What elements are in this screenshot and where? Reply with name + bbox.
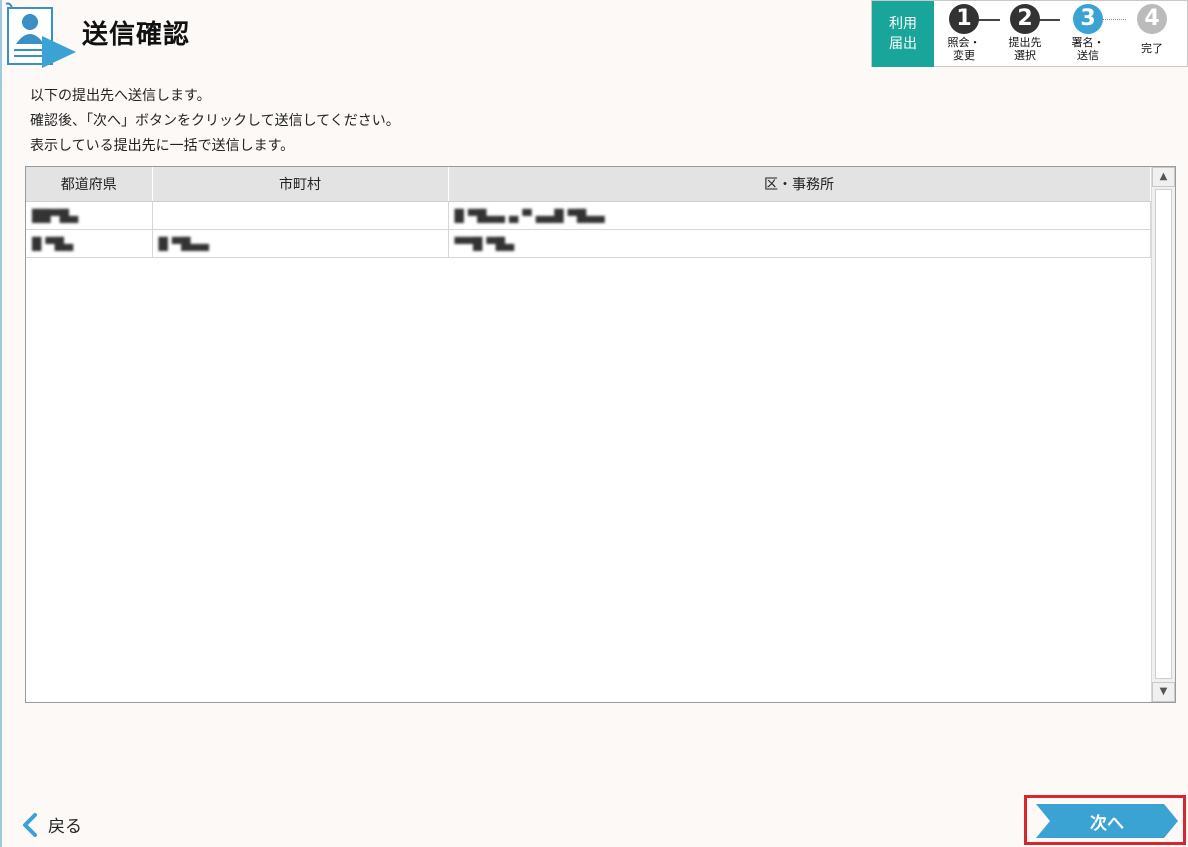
column-header-municipality[interactable]: 市町村: [152, 167, 449, 202]
back-button[interactable]: 戻る: [22, 812, 82, 837]
column-header-office[interactable]: 区・事務所: [448, 167, 1151, 202]
step-number: 1: [949, 4, 979, 34]
scroll-up-icon[interactable]: ▲: [1152, 167, 1175, 187]
step-label: 署名・ 送信: [1071, 36, 1105, 62]
table-header-row: 都道府県 市町村 区・事務所: [26, 167, 1151, 202]
chevron-left-icon: [23, 812, 37, 837]
back-button-label: 戻る: [48, 817, 82, 837]
step-number: 3: [1073, 4, 1103, 34]
vertical-scrollbar[interactable]: ▲ ▼: [1151, 167, 1175, 702]
step-2: 2 提出先 選択: [1003, 4, 1047, 62]
step-4: 4 完了: [1130, 4, 1174, 55]
document-person-icon: [2, 2, 78, 70]
table-row[interactable]: ██▀█▄ █ ▀█▄▄ ▄ ▀ ▄▄█ ▀█▄▄: [26, 201, 1151, 230]
scroll-down-icon[interactable]: ▼: [1152, 682, 1175, 702]
instruction-line: 以下の提出先へ送信します。: [30, 88, 211, 104]
steps-tag-line2: 届出: [889, 36, 917, 52]
cell-office: ▀▀█ ▀█▄: [448, 229, 1151, 258]
step-3-current: 3 署名・ 送信: [1066, 4, 1110, 62]
step-label: 照会・ 変更: [947, 36, 981, 62]
column-header-prefecture[interactable]: 都道府県: [26, 167, 153, 202]
cell-office: █ ▀█▄▄ ▄ ▀ ▄▄█ ▀█▄▄: [448, 201, 1151, 230]
step-label: 完了: [1141, 42, 1163, 55]
step-number: 4: [1137, 4, 1167, 34]
cell-municipality: █ ▀█▄▄: [152, 229, 449, 258]
instructions: 以下の提出先へ送信します。 確認後、「次へ」ボタンをクリックして送信してください…: [30, 84, 400, 159]
step-1: 1 照会・ 変更: [942, 4, 986, 62]
step-label: 提出先 選択: [1008, 36, 1042, 62]
cell-prefecture: ██▀█▄: [26, 201, 153, 230]
instruction-line: 表示している提出先に一括で送信します。: [30, 138, 295, 154]
steps-category-tag: 利用 届出: [872, 1, 934, 67]
instruction-line: 確認後、「次へ」ボタンをクリックして送信してください。: [30, 113, 400, 129]
steps-tag-line1: 利用: [889, 16, 917, 32]
page-title: 送信確認: [82, 20, 191, 50]
step-number: 2: [1010, 4, 1040, 34]
next-button-label: 次へ: [1090, 813, 1124, 834]
cell-prefecture: █ ▀█▄: [26, 229, 153, 258]
table-row[interactable]: █ ▀█▄ █ ▀█▄▄ ▀▀█ ▀█▄: [26, 229, 1151, 258]
scroll-track[interactable]: [1155, 189, 1172, 679]
cell-municipality: [152, 201, 449, 230]
next-button[interactable]: 次へ: [1036, 804, 1178, 838]
window-left-edge: [0, 0, 2, 847]
destination-table: 都道府県 市町村 区・事務所 ██▀█▄ █ ▀█▄▄ ▄ ▀ ▄▄█ ▀█▄▄…: [25, 166, 1176, 703]
progress-steps: 利用 届出 1 照会・ 変更 2 提出先 選択 3 署名・ 送信 4 完了: [871, 0, 1188, 67]
